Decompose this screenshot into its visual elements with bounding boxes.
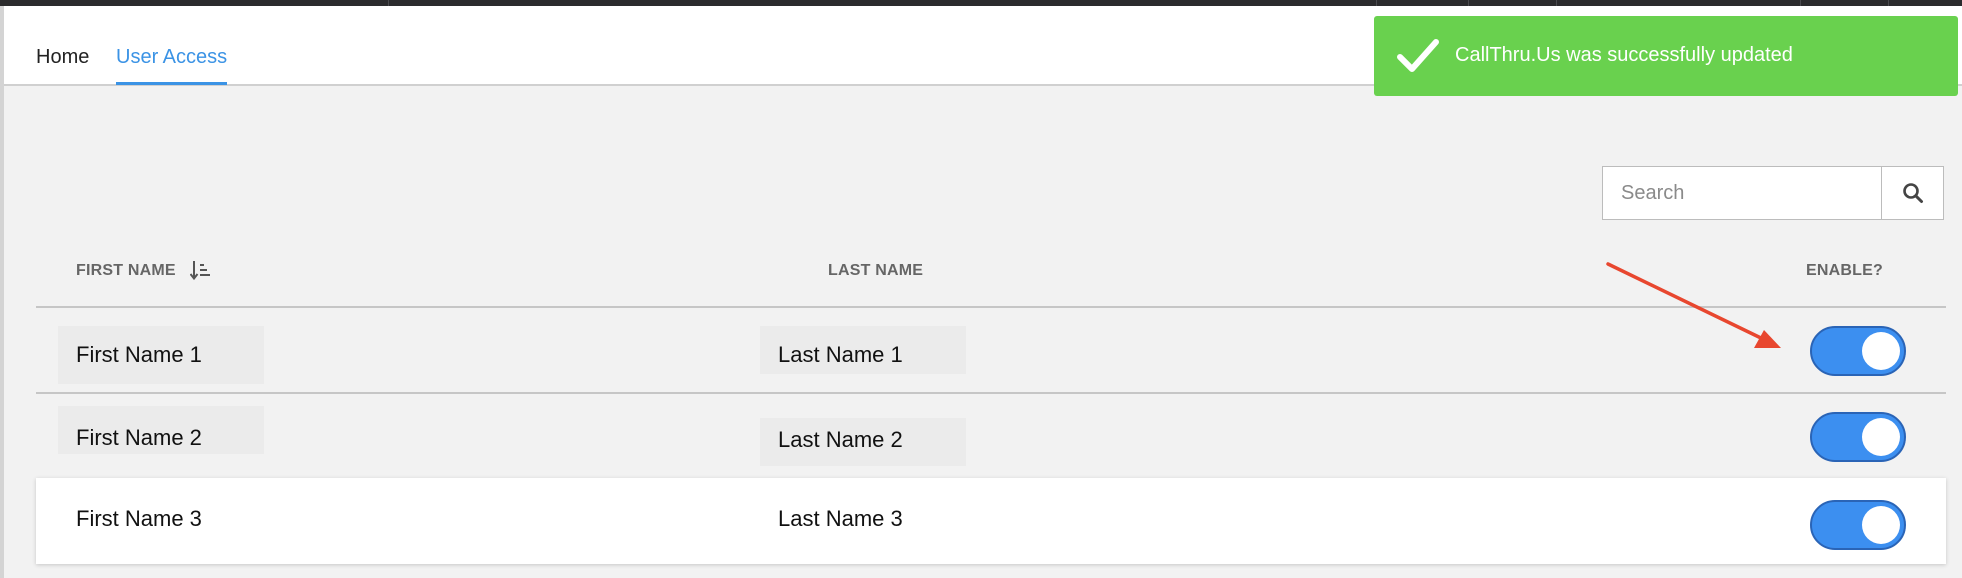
column-header-enable: ENABLE? bbox=[1806, 262, 1883, 279]
table-row[interactable]: First Name 2 Last Name 2 bbox=[36, 394, 1946, 478]
search-input[interactable] bbox=[1602, 166, 1882, 220]
toggle-knob bbox=[1862, 332, 1900, 370]
sort-icon[interactable] bbox=[190, 258, 212, 282]
last-name-cell: Last Name 3 bbox=[778, 506, 903, 531]
first-name-cell: First Name 3 bbox=[76, 506, 202, 531]
nav-tab-user-access[interactable]: User Access bbox=[116, 46, 228, 85]
toggle-knob bbox=[1862, 506, 1900, 544]
toast-message: CallThru.Us was successfully updated bbox=[1455, 44, 1793, 66]
search-icon bbox=[1903, 183, 1923, 203]
column-header-first-name[interactable]: FIRST NAME bbox=[76, 262, 176, 280]
annotation-arrow bbox=[1606, 262, 1781, 348]
left-edge bbox=[0, 6, 4, 578]
last-name-cell: Last Name 2 bbox=[760, 418, 966, 466]
row-2-enable-toggle[interactable] bbox=[1810, 412, 1906, 462]
column-header-last-name[interactable]: LAST NAME bbox=[828, 262, 923, 280]
row-3-enable-toggle[interactable] bbox=[1810, 500, 1906, 550]
check-icon bbox=[1397, 39, 1439, 72]
first-name-cell: First Name 1 bbox=[58, 326, 264, 384]
nav-tab-home[interactable]: Home bbox=[36, 46, 89, 86]
table-row[interactable]: First Name 3 Last Name 3 bbox=[36, 478, 1946, 564]
success-toast[interactable]: CallThru.Us was successfully updated bbox=[1374, 16, 1958, 96]
search-button[interactable] bbox=[1882, 166, 1944, 220]
toggle-knob bbox=[1862, 418, 1900, 456]
last-name-cell: Last Name 1 bbox=[760, 326, 966, 374]
row-1-enable-toggle[interactable] bbox=[1810, 326, 1906, 376]
first-name-cell: First Name 2 bbox=[58, 406, 264, 454]
